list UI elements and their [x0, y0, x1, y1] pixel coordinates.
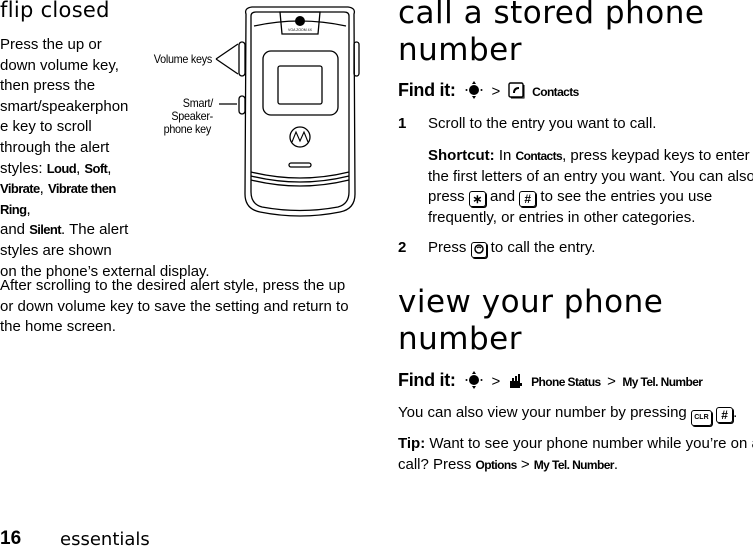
alert-style-soft: Soft — [84, 160, 108, 176]
clr-key-icon: CLR — [690, 410, 712, 426]
phone-illustration: VGA ZOOM 4X — [215, 6, 360, 217]
also-view-note: You can also view your number by pressin… — [398, 403, 737, 426]
alert-style-silent: Silent — [29, 222, 61, 238]
camera-lens-icon — [295, 16, 305, 26]
tip-label: Tip: — [398, 435, 426, 452]
shortcut-note: Shortcut: In Contacts, press keypad keys… — [428, 147, 753, 226]
text-line: through the alert — [0, 138, 110, 156]
volume-callout-lines — [215, 43, 239, 75]
step-number: 2 — [398, 239, 407, 256]
external-display — [277, 65, 323, 105]
menu-phone-status: Phone Status — [531, 375, 601, 389]
hash-key-icon: # — [716, 407, 734, 423]
tip-note: Tip: Want to see your phone number while… — [398, 435, 753, 473]
text-line: styles are shown — [0, 241, 112, 259]
text-line: down volume key, — [0, 56, 119, 74]
step-text: Scroll to the entry you want to call. — [428, 115, 657, 132]
motorola-logo — [289, 126, 311, 148]
speaker-slot — [288, 162, 312, 168]
text-line: styles: Loud, Soft, — [0, 159, 112, 177]
text-line: e key to scroll — [0, 118, 92, 136]
heading-flip-closed: flip closed — [0, 0, 110, 22]
step-text: Press to call the entry. — [428, 239, 596, 258]
hash-key-icon: # — [519, 191, 537, 208]
alert-style-loud: Loud — [46, 160, 77, 176]
menu-my-tel-number: My Tel. Number — [533, 457, 615, 472]
text-line: and Silent. The alert — [0, 221, 129, 239]
find-it-phone-status: Find it: > Phone Status > My Tel. Number — [398, 370, 703, 390]
contacts-icon — [508, 82, 525, 99]
menu-options: Options — [475, 457, 518, 472]
menu-contacts: Contacts — [532, 85, 579, 99]
find-it-contacts: Find it: > Contacts — [398, 80, 579, 100]
volume-key — [238, 41, 246, 77]
smart-key — [238, 95, 246, 115]
text-line: Vibrate, Vibrate then Ring, — [0, 180, 116, 218]
flip-closed-paragraph: Press the up or down volume key, then pr… — [0, 35, 210, 282]
nav-key-icon — [465, 81, 483, 99]
camera-text: VGA ZOOM 4X — [288, 28, 313, 32]
volume-keys-label: Volume keys — [153, 52, 213, 66]
heading-view-phone-number: view your phone number — [398, 284, 664, 357]
text-line: then press the — [0, 77, 96, 95]
text-line: smart/speakerphon — [0, 97, 129, 115]
step-number: 1 — [398, 115, 407, 132]
path-separator: > — [607, 373, 616, 390]
alert-style-vibrate: Vibrate — [0, 181, 40, 197]
phone-status-icon — [509, 374, 522, 388]
path-separator: > — [491, 83, 501, 100]
send-key-icon — [470, 242, 487, 258]
heading-call-stored-number: call a stored phone number — [398, 0, 705, 68]
menu-my-tel-number: My Tel. Number — [622, 375, 703, 389]
shortcut-label: Shortcut: — [428, 147, 495, 164]
nav-key-icon — [465, 371, 483, 389]
menu-contacts: Contacts — [515, 149, 563, 163]
after-scrolling-paragraph: After scrolling to the desired alert sty… — [0, 277, 349, 336]
text-line: Press the up or — [0, 36, 102, 53]
star-key-icon: ∗ — [468, 191, 486, 208]
path-separator: > — [491, 373, 501, 390]
smart-key-label-line3: phone key — [163, 122, 212, 136]
